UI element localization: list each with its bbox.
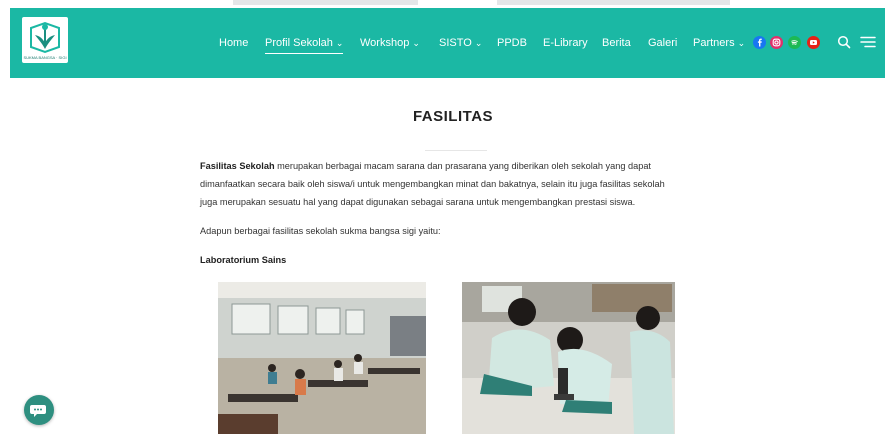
intro-line-1-text: merupakan berbagai macam sarana dan pras… — [274, 161, 651, 171]
nav-berita[interactable]: Berita — [602, 37, 631, 49]
lab-photo-classroom — [218, 282, 426, 434]
site-header: SUKMA BANGSA · SIGI Home Profil Sekolah ⌄… — [10, 8, 885, 78]
nav-ppdb[interactable]: PPDB — [497, 37, 527, 49]
nav-profil-sekolah-label: Profil Sekolah — [265, 37, 333, 49]
nav-galeri[interactable]: Galeri — [648, 37, 677, 49]
chevron-down-icon: ⌄ — [335, 38, 344, 48]
facebook-icon[interactable] — [753, 36, 766, 49]
page-title: FASILITAS — [412, 108, 494, 125]
nav-sisto-label: SISTO — [439, 37, 472, 49]
chevron-down-icon: ⌄ — [474, 38, 483, 48]
nav-home-label: Home — [219, 37, 249, 49]
instagram-icon[interactable] — [770, 36, 783, 49]
nav-sisto[interactable]: SISTO ⌄ — [439, 37, 482, 49]
search-icon[interactable] — [837, 35, 851, 54]
chevron-down-icon: ⌄ — [412, 38, 420, 48]
lab-photo-microscope — [462, 282, 675, 434]
intro-line-3: juga merupakan sesuatu hal yang dapat di… — [200, 197, 636, 207]
logo-caption: SUKMA BANGSA · SIGI — [23, 55, 67, 60]
nav-ppdb-label: PPDB — [497, 37, 527, 49]
logo-emblem-icon — [30, 21, 60, 54]
chevron-down-icon: ⌄ — [737, 38, 746, 48]
nav-berita-label: Berita — [602, 37, 631, 49]
intro-bold-term: Fasilitas Sekolah — [200, 161, 275, 171]
intro-line-2: dimanfaatkan secara baik oleh siswa/i un… — [200, 179, 665, 189]
nav-workshop[interactable]: Workshop ⌄ — [360, 37, 420, 49]
list-intro: Adapun berbagai fasilitas sekolah sukma … — [200, 226, 441, 236]
nav-partners-label: Partners — [693, 37, 735, 49]
spotify-icon[interactable] — [788, 36, 801, 49]
nav-e-library-label: E-Library — [543, 37, 588, 49]
intro-line-1: Fasilitas Sekolah merupakan berbagai mac… — [200, 157, 720, 175]
top-strip-segment — [233, 0, 418, 5]
section-heading: Laboratorium Sains — [200, 255, 287, 265]
youtube-icon[interactable] — [807, 36, 820, 49]
nav-e-library[interactable]: E-Library — [543, 37, 588, 49]
site-logo[interactable]: SUKMA BANGSA · SIGI — [22, 17, 68, 63]
nav-workshop-label: Workshop — [360, 37, 410, 49]
top-strip — [0, 0, 885, 8]
chat-button[interactable] — [24, 395, 54, 425]
chat-icon — [30, 405, 46, 417]
top-strip-segment — [497, 0, 730, 5]
nav-galeri-label: Galeri — [648, 37, 678, 49]
nav-partners[interactable]: Partners ⌄ — [693, 37, 745, 49]
nav-profil-sekolah[interactable]: Profil Sekolah ⌄ — [265, 37, 344, 54]
title-divider — [425, 150, 487, 151]
nav-home[interactable]: Home — [219, 37, 248, 49]
menu-icon[interactable] — [860, 35, 876, 54]
intro-paragraph: Fasilitas Sekolah merupakan berbagai mac… — [200, 157, 720, 211]
